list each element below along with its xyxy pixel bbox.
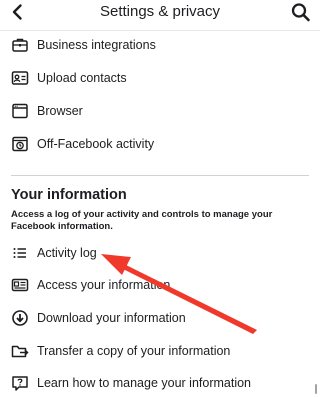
menu-item-label: Activity log — [37, 246, 97, 260]
help-bubble-icon — [11, 374, 29, 392]
download-circle-icon — [11, 309, 29, 327]
section-description: Access a log of your activity and contro… — [11, 209, 273, 232]
menu-item-label: Business integrations — [37, 38, 156, 52]
menu-item-browser[interactable]: Browser — [11, 100, 311, 122]
menu-item-label: Download your information — [37, 311, 186, 325]
page-title: Settings & privacy — [99, 3, 221, 20]
menu-item-label: Transfer a copy of your information — [37, 344, 231, 358]
menu-item-download-your-information[interactable]: Download your information — [11, 307, 311, 329]
menu-item-label: Learn how to manage your information — [37, 376, 252, 390]
search-button[interactable] — [290, 2, 312, 22]
menu-item-label: Off-Facebook activity — [37, 137, 155, 151]
id-card-icon — [11, 276, 29, 294]
menu-item-label: Browser — [37, 104, 83, 118]
header-divider — [0, 30, 320, 31]
section-divider — [11, 175, 309, 176]
menu-item-access-your-information[interactable]: Access your information — [11, 274, 311, 296]
menu-item-label: Access your information — [37, 278, 171, 292]
menu-item-label: Upload contacts — [37, 71, 127, 85]
list-icon — [11, 244, 29, 262]
top-bar: Settings & privacy — [0, 0, 320, 26]
scrollbar[interactable] — [315, 384, 317, 394]
menu-item-business-integrations[interactable]: Business integrations — [11, 34, 311, 56]
menu-item-off-facebook-activity[interactable]: Off-Facebook activity — [11, 133, 311, 155]
briefcase-icon — [11, 36, 29, 54]
menu-item-activity-log[interactable]: Activity log — [11, 242, 311, 264]
menu-item-learn-manage[interactable]: Learn how to manage your information — [11, 372, 311, 394]
menu-item-upload-contacts[interactable]: Upload contacts — [11, 67, 311, 89]
menu-item-transfer-copy[interactable]: Transfer a copy of your information — [11, 340, 311, 362]
section-title: Your information — [11, 187, 127, 203]
off-facebook-activity-icon — [11, 135, 29, 153]
contact-card-icon — [11, 69, 29, 87]
folder-transfer-icon — [11, 342, 29, 360]
search-icon — [291, 3, 310, 22]
browser-window-icon — [11, 102, 29, 120]
